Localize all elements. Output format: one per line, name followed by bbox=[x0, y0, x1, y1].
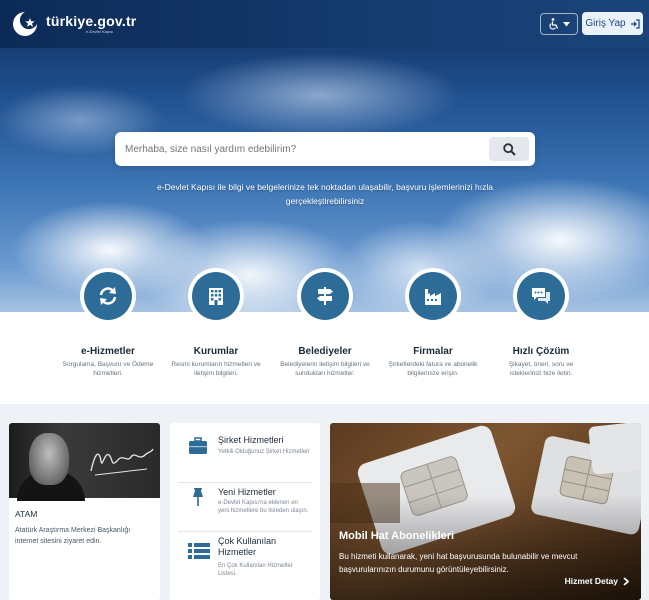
service-desc: Sorgulama, Başvuru ve Ödeme hizmetleri. bbox=[62, 361, 154, 377]
pin-icon bbox=[193, 488, 203, 506]
service-icon-badge bbox=[409, 272, 457, 320]
portrait-face bbox=[29, 433, 69, 485]
promo-title: Mobil Hat Abonelikleri bbox=[339, 530, 455, 542]
service-icon-ring bbox=[513, 268, 569, 324]
services-strip bbox=[0, 312, 649, 404]
refresh-icon bbox=[99, 287, 117, 305]
promo-card[interactable]: Mobil Hat Abonelikleri Bu hizmeti kullan… bbox=[330, 423, 641, 600]
accessibility-button[interactable] bbox=[540, 13, 578, 35]
atam-card[interactable]: ATAM Atatürk Araştırma Merkezi Başkanlığ… bbox=[9, 423, 160, 600]
service-icon-badge bbox=[301, 272, 349, 320]
list-item-desc: En Çok Kullanılan Hizmetler Listesi. bbox=[218, 563, 293, 577]
atam-desc: Atatürk Araştırma Merkezi Başkanlığı int… bbox=[15, 527, 131, 545]
sign-in-icon bbox=[630, 18, 640, 29]
service-desc: Şirketlerdeki fatura ve abonelik bilgile… bbox=[388, 361, 478, 377]
list-item-title: Şirket Hizmetleri bbox=[218, 435, 284, 445]
promo-desc: Bu hizmeti kullanarak, yeni hat başvurus… bbox=[339, 552, 578, 574]
service-title: Firmalar bbox=[413, 346, 453, 357]
list-item-sirket[interactable]: Şirket Hizmetleri Yetkili Olduğunuz Şirk… bbox=[178, 435, 312, 483]
login-label: Giriş Yap bbox=[585, 18, 626, 29]
building-icon bbox=[209, 288, 223, 305]
list-item-title: Yeni Hizmetler bbox=[218, 487, 276, 497]
service-icon-ring bbox=[188, 268, 244, 324]
service-icon-badge bbox=[517, 272, 565, 320]
atam-title: ATAM bbox=[15, 509, 38, 519]
service-icon-ring bbox=[80, 268, 136, 324]
list-item-yeni[interactable]: Yeni Hizmetler e-Devlet Kapısı'na eklene… bbox=[178, 483, 312, 532]
list-item-desc: Yetkili Olduğunuz Şirket Hizmetleri bbox=[218, 449, 310, 455]
chat-icon bbox=[532, 288, 550, 304]
service-desc: Şikayet, öneri, soru ve isteklerinizi bi… bbox=[508, 361, 574, 377]
signpost-icon bbox=[317, 287, 333, 305]
service-title: Belediyeler bbox=[298, 346, 352, 357]
wheelchair-icon bbox=[548, 18, 558, 30]
list-icon bbox=[188, 543, 210, 559]
factory-icon bbox=[425, 289, 441, 305]
promo-link-label: Hizmet Detay bbox=[564, 576, 618, 586]
site-logo[interactable]: türkiye.gov.tr e-Devlet Kapısı bbox=[10, 9, 136, 39]
service-icon-ring bbox=[297, 268, 353, 324]
briefcase-icon bbox=[189, 437, 207, 454]
hero-tagline: e-Devlet Kapısı ile bilgi ve belgelerini… bbox=[157, 182, 493, 206]
service-title: e-Hizmetler bbox=[81, 346, 135, 357]
search-button[interactable] bbox=[489, 137, 529, 161]
crescent-star-icon bbox=[13, 12, 37, 36]
quick-links-card: Şirket Hizmetleri Yetkili Olduğunuz Şirk… bbox=[170, 423, 320, 600]
promo-detail-link[interactable]: Hizmet Detay bbox=[565, 576, 629, 586]
ataturk-photo bbox=[9, 423, 160, 501]
search-box bbox=[115, 132, 535, 166]
list-item-title: Çok Kullanılan Hizmetler bbox=[218, 536, 277, 557]
list-item-desc: e-Devlet Kapısı'na eklenen en yeni hizme… bbox=[218, 500, 309, 514]
service-icon-badge bbox=[84, 272, 132, 320]
login-button[interactable]: Giriş Yap bbox=[582, 12, 643, 35]
service-desc: Belediyelerin iletişim bilgileri ve sund… bbox=[280, 361, 370, 377]
chevron-right-icon bbox=[623, 576, 629, 586]
logo-text: türkiye.gov.tr bbox=[46, 13, 137, 29]
list-item-cok-kullanilan[interactable]: Çok Kullanılan Hizmetler En Çok Kullanıl… bbox=[178, 536, 312, 592]
search-icon bbox=[502, 142, 516, 156]
logo-subtitle: e-Devlet Kapısı bbox=[86, 29, 114, 34]
service-icon-badge bbox=[192, 272, 240, 320]
service-title: Hızlı Çözüm bbox=[512, 346, 570, 357]
ataturk-signature-icon bbox=[90, 448, 154, 476]
search-input[interactable] bbox=[115, 132, 485, 166]
service-title: Kurumlar bbox=[193, 346, 239, 357]
service-desc: Resmi kurumların hizmetleri ve iletişim … bbox=[171, 361, 261, 377]
service-icon-ring bbox=[405, 268, 461, 324]
top-navbar: türkiye.gov.tr e-Devlet Kapısı Giriş Yap bbox=[0, 0, 649, 48]
chevron-down-icon bbox=[562, 21, 570, 26]
